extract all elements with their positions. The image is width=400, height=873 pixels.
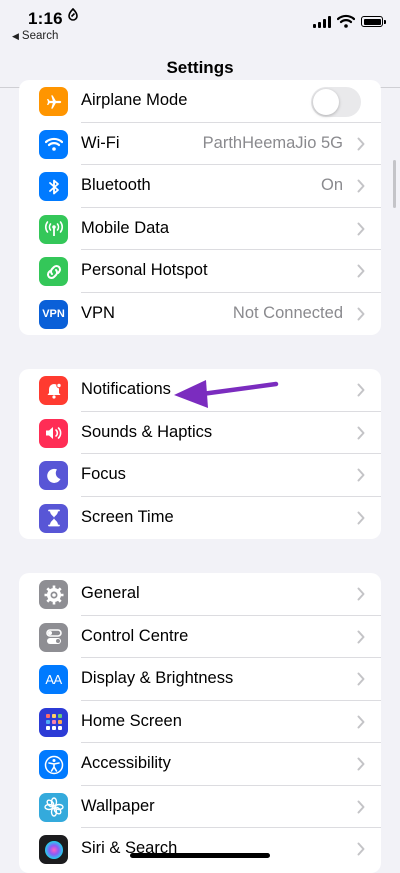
- home-indicator[interactable]: [130, 853, 270, 858]
- row-label: Mobile Data: [81, 218, 170, 237]
- chevron-right-icon: [357, 264, 365, 278]
- vpn-icon: VPN: [39, 299, 68, 329]
- settings-row-accessibility[interactable]: Accessibility: [19, 743, 381, 786]
- row-label: Focus: [81, 465, 126, 483]
- back-label: Search: [21, 30, 59, 42]
- bell-icon: [39, 376, 68, 405]
- settings-row-wifi[interactable]: Wi-Fi ParthHeemaJio 5G: [19, 123, 381, 165]
- chevron-right-icon: [357, 842, 365, 856]
- settings-row-general[interactable]: General: [19, 573, 381, 616]
- gear-icon: [39, 580, 68, 609]
- settings-row-personal-hotspot[interactable]: Personal Hotspot: [19, 250, 381, 293]
- row-label: Personal Hotspot: [81, 261, 208, 279]
- accessibility-icon: [39, 750, 68, 779]
- chevron-right-icon: [357, 383, 365, 397]
- grid-icon: [39, 707, 68, 737]
- row-label: Screen Time: [81, 507, 174, 526]
- settings-row-airplane-mode[interactable]: Airplane Mode: [19, 80, 381, 123]
- settings-row-sounds-haptics[interactable]: Sounds & Haptics: [19, 412, 381, 454]
- back-to-search-link[interactable]: ◀ Search: [12, 30, 58, 42]
- scroll-indicator[interactable]: [393, 160, 396, 208]
- chevron-right-icon: [357, 672, 365, 686]
- settings-row-mobile-data[interactable]: Mobile Data: [19, 208, 381, 250]
- connectivity-group: Airplane Mode Wi-Fi ParthHeemaJio 5G Blu…: [19, 80, 381, 335]
- settings-row-screen-time[interactable]: Screen Time: [19, 497, 381, 540]
- antenna-icon: [39, 214, 68, 244]
- switches-icon: [39, 622, 68, 652]
- flower-icon: [39, 792, 68, 822]
- chevron-right-icon: [357, 222, 365, 235]
- general-group: General Control Centre AA Display & Brig…: [19, 573, 381, 873]
- chevron-right-icon: [357, 468, 365, 482]
- chevron-right-icon: [357, 715, 365, 728]
- battery-icon: [361, 16, 386, 27]
- speaker-icon: [39, 418, 68, 448]
- settings-row-vpn[interactable]: VPN VPN Not Connected: [19, 293, 381, 336]
- row-label: Control Centre: [81, 626, 189, 645]
- chevron-right-icon: [357, 800, 365, 813]
- row-label: Airplane Mode: [81, 91, 188, 109]
- row-label: Bluetooth: [81, 176, 151, 194]
- text-size-icon: AA: [39, 665, 68, 694]
- settings-row-focus[interactable]: Focus: [19, 454, 381, 497]
- chevron-right-icon: [357, 630, 365, 643]
- annotation-arrow: [174, 380, 279, 408]
- chevron-right-icon: [357, 137, 365, 150]
- row-value: ParthHeemaJio 5G: [202, 133, 343, 152]
- settings-row-siri-search[interactable]: Siri & Search: [19, 828, 381, 871]
- wifi-status-icon: [337, 14, 355, 28]
- page-title: Settings: [166, 58, 234, 77]
- row-label: Display & Brightness: [81, 669, 234, 687]
- row-label: VPN: [81, 303, 115, 322]
- row-label: Notifications: [81, 380, 171, 398]
- settings-row-bluetooth[interactable]: Bluetooth On: [19, 165, 381, 208]
- settings-row-display-brightness[interactable]: AA Display & Brightness: [19, 658, 381, 701]
- siri-icon: [39, 835, 68, 864]
- hourglass-icon: [39, 503, 68, 533]
- row-label: Home Screen: [81, 711, 182, 730]
- airplane-icon: [39, 87, 68, 116]
- row-label: General: [81, 584, 140, 602]
- row-label: Accessibility: [81, 754, 171, 772]
- toggle-knob: [313, 89, 339, 115]
- settings-row-wallpaper[interactable]: Wallpaper: [19, 786, 381, 828]
- hotspot-icon: [39, 257, 68, 286]
- back-triangle-icon: ◀: [12, 31, 19, 41]
- row-value: Not Connected: [232, 303, 343, 322]
- row-value: On: [320, 176, 343, 194]
- bluetooth-icon: [39, 172, 68, 201]
- row-label: Wi-Fi: [81, 133, 120, 152]
- cellular-signal-icon: [313, 16, 331, 28]
- moon-icon: [39, 461, 68, 490]
- airplane-mode-toggle[interactable]: [311, 87, 361, 117]
- settings-row-home-screen[interactable]: Home Screen: [19, 701, 381, 743]
- chevron-right-icon: [357, 587, 365, 601]
- chevron-right-icon: [357, 426, 365, 439]
- status-bar: 1:16 ◀ Search: [0, 0, 400, 46]
- settings-row-control-centre[interactable]: Control Centre: [19, 616, 381, 658]
- chevron-right-icon: [357, 757, 365, 771]
- wifi-icon: [39, 129, 68, 159]
- chevron-right-icon: [357, 511, 365, 524]
- chevron-right-icon: [357, 179, 365, 193]
- chevron-right-icon: [357, 307, 365, 320]
- location-icon: [68, 7, 78, 24]
- status-time: 1:16: [28, 9, 63, 28]
- row-label: Sounds & Haptics: [81, 422, 213, 441]
- row-label: Wallpaper: [81, 796, 155, 815]
